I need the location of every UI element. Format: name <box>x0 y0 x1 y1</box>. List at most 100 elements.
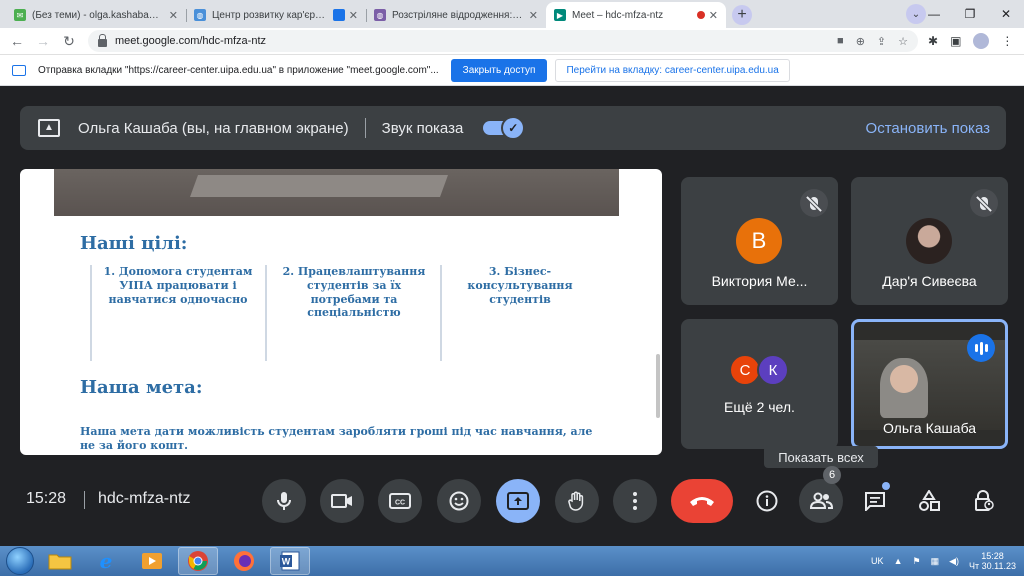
lock-icon <box>98 33 107 47</box>
share-icon[interactable]: ⇪ <box>877 35 886 48</box>
chat-button[interactable] <box>853 479 897 523</box>
captions-button[interactable]: CC <box>378 479 422 523</box>
bookmark-star-icon[interactable]: ☆ <box>898 35 908 48</box>
browser-tab-career[interactable]: ◍ Центр розвитку кар'єри, кра ✕ <box>186 2 366 28</box>
leave-call-button[interactable] <box>671 479 733 523</box>
webcam-person <box>880 358 928 418</box>
divider <box>364 118 366 138</box>
info-icon <box>756 490 778 512</box>
language-indicator[interactable]: UK <box>871 556 884 566</box>
switch-to-tab-button[interactable]: Перейти на вкладку: career-center.uipa.e… <box>555 58 790 82</box>
globe-icon: ◍ <box>374 9 386 21</box>
stop-presenting-button[interactable]: Остановить показ <box>866 120 990 137</box>
camera-icon[interactable]: ■ <box>837 35 844 48</box>
participant-count-badge: 6 <box>823 466 841 484</box>
address-bar-actions: ■ ⊕ ⇪ ☆ <box>837 35 908 48</box>
slide-heading: Наші цілі: <box>80 233 188 254</box>
more-participants-tile[interactable]: С К Ещё 2 чел. <box>681 319 838 449</box>
close-window-button[interactable]: ✕ <box>988 7 1024 21</box>
avatar: В <box>736 218 782 264</box>
tab-title: (Без теми) - olga.kashaba@ukr.net <box>32 9 165 21</box>
chrome-taskbar-button[interactable] <box>178 547 218 575</box>
system-tray: UK ▲ ⚑ ▦ ◀) 15:28 Чт 30.11.23 <box>871 551 1024 572</box>
lock-person-icon <box>975 490 994 511</box>
zoom-icon[interactable]: ⊕ <box>856 35 865 48</box>
media-player-taskbar-button[interactable] <box>132 547 172 575</box>
present-screen-icon: ▲ <box>38 119 60 137</box>
new-tab-button[interactable]: + <box>732 5 752 25</box>
browser-tab-strip: ✉ (Без теми) - olga.kashaba@ukr.net ✕ ◍ … <box>0 0 1024 28</box>
explorer-taskbar-button[interactable] <box>40 547 80 575</box>
minimize-button[interactable]: — <box>916 7 952 21</box>
internet-explorer-icon: e <box>100 550 113 572</box>
flag-icon[interactable]: ⚑ <box>912 556 920 567</box>
participant-tile[interactable]: В Виктория Ме... <box>681 177 838 305</box>
speaking-indicator-icon <box>967 334 995 362</box>
present-now-button[interactable] <box>496 479 540 523</box>
reload-button[interactable]: ↻ <box>56 33 82 50</box>
divider <box>90 265 92 361</box>
shared-screen: Наші цілі: 1. Допомога студентам УІПА пр… <box>20 169 662 455</box>
host-controls-button[interactable] <box>962 479 1006 523</box>
start-button[interactable] <box>6 547 34 575</box>
menu-icon[interactable]: ⋮ <box>1001 34 1013 48</box>
microphone-button[interactable] <box>262 479 306 523</box>
browser-tab-mail[interactable]: ✉ (Без теми) - olga.kashaba@ukr.net ✕ <box>6 2 186 28</box>
media-player-icon <box>142 553 162 569</box>
firefox-taskbar-button[interactable] <box>224 547 264 575</box>
slide-paragraph: Наша мета дати можливість студентам заро… <box>80 425 593 453</box>
globe-icon: ◍ <box>194 9 206 21</box>
audio-toggle[interactable]: ✓ <box>483 116 526 140</box>
close-icon[interactable]: ✕ <box>709 9 718 22</box>
close-icon[interactable]: ✕ <box>169 9 178 22</box>
back-button[interactable]: ← <box>4 33 30 49</box>
close-icon[interactable]: ✕ <box>529 9 538 22</box>
avatar <box>906 218 952 264</box>
participant-name: Ещё 2 чел. <box>724 399 795 415</box>
meeting-details-button[interactable] <box>745 479 789 523</box>
forward-button[interactable]: → <box>30 33 56 49</box>
participant-tile[interactable]: Дар'я Сивеєва <box>851 177 1008 305</box>
more-options-button[interactable] <box>613 479 657 523</box>
activities-shapes-icon <box>919 490 940 511</box>
cast-icon <box>12 64 26 76</box>
side-panel-icon[interactable]: ▣ <box>950 34 961 48</box>
clock-date: Чт 30.11.23 <box>969 561 1016 571</box>
volume-icon[interactable]: ◀) <box>949 556 959 567</box>
system-clock[interactable]: 15:28 Чт 30.11.23 <box>969 551 1016 572</box>
reactions-button[interactable] <box>437 479 481 523</box>
activities-button[interactable] <box>907 479 951 523</box>
close-icon[interactable]: ✕ <box>349 9 358 22</box>
tooltip: Показать всех <box>764 446 878 468</box>
extensions-icon[interactable]: ✱ <box>928 34 938 48</box>
tab-title: Центр розвитку кар'єри, кра <box>212 9 329 21</box>
address-bar[interactable]: meet.google.com/hdc-mfza-ntz ■ ⊕ ⇪ ☆ <box>88 30 918 52</box>
envelope-icon: ✉ <box>14 9 26 21</box>
goal-item: 1. Допомога студентам УІПА працювати і н… <box>103 265 253 306</box>
divider <box>84 491 85 509</box>
mic-off-icon <box>800 189 828 217</box>
stop-sharing-button[interactable]: Закрыть доступ <box>450 58 548 82</box>
slide-heading: Наша мета: <box>80 377 203 398</box>
maximize-button[interactable]: ❐ <box>952 7 988 21</box>
people-button[interactable] <box>799 479 843 523</box>
word-taskbar-button[interactable]: W <box>270 547 310 575</box>
browser-tab-meet[interactable]: ▶ Meet – hdc-mfza-ntz ✕ <box>546 2 726 28</box>
tab-title: Розстріляне відродження: націо <box>392 9 525 21</box>
notification-dot-icon <box>882 482 890 490</box>
raise-hand-button[interactable] <box>555 479 599 523</box>
avatar[interactable] <box>973 33 990 49</box>
video-camera-icon <box>331 494 352 508</box>
browser-tab-article[interactable]: ◍ Розстріляне відродження: націо ✕ <box>366 2 546 28</box>
camera-button[interactable] <box>320 479 364 523</box>
participant-name: Ольга Кашаба <box>882 420 977 436</box>
network-icon[interactable]: ▦ <box>931 556 940 567</box>
participant-name: Дар'я Сивеєва <box>882 273 977 289</box>
participant-tile[interactable]: Ольга Кашаба <box>851 319 1008 449</box>
meeting-time: 15:28 <box>26 490 67 507</box>
audio-label: Звук показа <box>381 119 464 137</box>
goal-item: 2. Працевлаштування студентів за їх потр… <box>282 265 426 320</box>
ie-taskbar-button[interactable]: e <box>86 547 126 575</box>
show-hidden-icons-icon[interactable]: ▲ <box>894 556 903 566</box>
scrollbar[interactable] <box>656 354 660 418</box>
